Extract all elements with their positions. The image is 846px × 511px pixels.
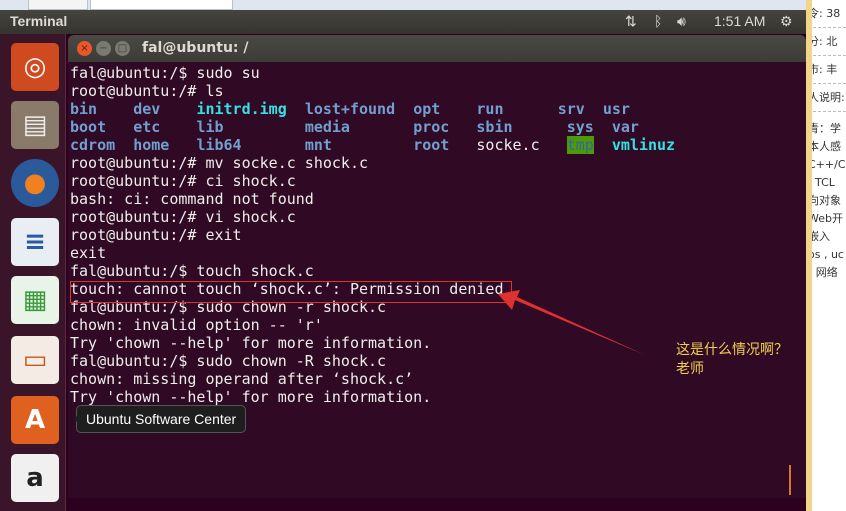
launcher-tooltip: Ubuntu Software Center xyxy=(73,405,247,433)
annotation-line: 这是什么情况啊？ xyxy=(676,342,788,358)
side-text: Web开 xyxy=(808,212,843,225)
side-text: C++/C xyxy=(808,158,846,171)
side-text: 分: 北 xyxy=(812,28,846,56)
side-text: 人说明: xyxy=(812,84,846,112)
annotation-line: 老师 xyxy=(676,361,704,377)
annotation-arrow xyxy=(498,290,645,355)
side-text: os , uc xyxy=(808,248,844,261)
annotation-note: 这是什么情况啊？ 老师 xyxy=(676,341,788,379)
side-text: 市: 丰 xyxy=(812,56,846,84)
side-text: 嵌入 xyxy=(808,230,830,243)
background-webpage-strip: 令: 38 分: 北 市: 丰 人说明: 青：学 本人感 C++/C , TCL… xyxy=(806,0,846,511)
side-text: 向对象 xyxy=(808,194,841,207)
side-text: 本人感 xyxy=(808,140,841,153)
side-text: 青：学 xyxy=(808,122,841,135)
side-text: ) 网络 xyxy=(808,266,838,279)
side-text: 令: 38 xyxy=(812,0,846,28)
side-text: , TCL xyxy=(808,176,835,189)
